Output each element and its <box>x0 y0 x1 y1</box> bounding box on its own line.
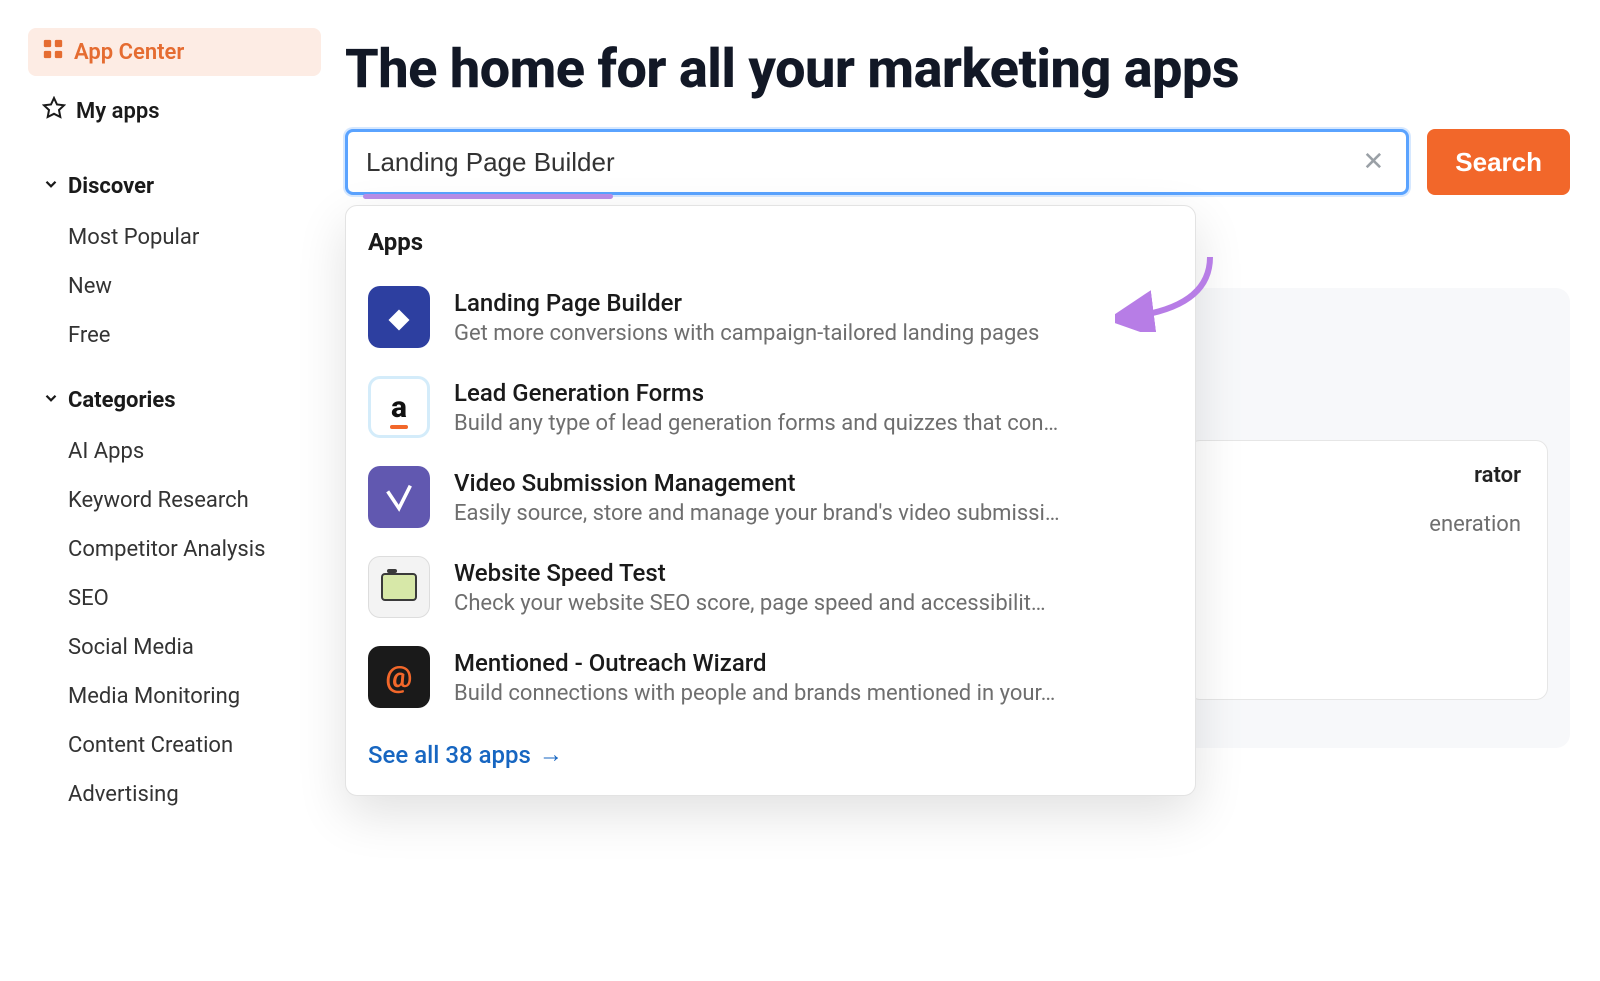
highlight-underline <box>363 194 613 199</box>
see-all-label: See all 38 apps <box>368 741 531 769</box>
search-dropdown: Apps Landing Page Builder Get more conve… <box>345 205 1196 796</box>
peek-sub: eneration <box>1215 512 1521 537</box>
result-landing-page-builder[interactable]: Landing Page Builder Get more conversion… <box>346 272 1195 362</box>
sidebar-item-free[interactable]: Free <box>28 311 321 360</box>
search-button[interactable]: Search <box>1427 129 1570 195</box>
search-wrapper: ✕ Apps Landing Page Builder Get more con… <box>345 129 1409 195</box>
clear-icon[interactable]: ✕ <box>1358 147 1388 177</box>
result-title: Video Submission Management <box>454 469 1173 497</box>
search-row: ✕ Apps Landing Page Builder Get more con… <box>345 129 1570 195</box>
result-text: Mentioned - Outreach Wizard Build connec… <box>454 649 1173 706</box>
sidebar-item-app-center[interactable]: App Center <box>28 28 321 76</box>
sidebar-item-media-monitoring[interactable]: Media Monitoring <box>28 672 321 721</box>
result-desc: Build connections with people and brands… <box>454 681 1173 706</box>
result-title: Landing Page Builder <box>454 289 1173 317</box>
app-icon: a <box>368 376 430 438</box>
star-icon <box>42 96 66 126</box>
result-title: Mentioned - Outreach Wizard <box>454 649 1173 677</box>
arrow-right-icon: → <box>539 740 563 769</box>
result-text: Video Submission Management Easily sourc… <box>454 469 1173 526</box>
result-desc: Check your website SEO score, page speed… <box>454 591 1173 616</box>
result-text: Website Speed Test Check your website SE… <box>454 559 1173 616</box>
app-icon <box>368 286 430 348</box>
sidebar-item-social-media[interactable]: Social Media <box>28 623 321 672</box>
result-website-speed-test[interactable]: Website Speed Test Check your website SE… <box>346 542 1195 632</box>
sidebar-item-label: App Center <box>74 40 184 65</box>
sidebar-item-my-apps[interactable]: My apps <box>28 86 321 136</box>
chevron-down-icon <box>42 388 60 413</box>
peek-app-card[interactable]: rator eneration <box>1188 440 1548 700</box>
result-title: Website Speed Test <box>454 559 1173 587</box>
result-text: Lead Generation Forms Build any type of … <box>454 379 1173 436</box>
sidebar-item-competitor-analysis[interactable]: Competitor Analysis <box>28 525 321 574</box>
sidebar-item-content-creation[interactable]: Content Creation <box>28 721 321 770</box>
section-label: Discover <box>68 174 154 199</box>
app-icon: @ <box>368 646 430 708</box>
dropdown-heading: Apps <box>346 224 1195 272</box>
apps-grid-icon <box>42 38 64 66</box>
result-mentioned-outreach-wizard[interactable]: @ Mentioned - Outreach Wizard Build conn… <box>346 632 1195 722</box>
sidebar-item-ai-apps[interactable]: AI Apps <box>28 427 321 476</box>
result-title: Lead Generation Forms <box>454 379 1173 407</box>
section-label: Categories <box>68 388 176 413</box>
app-icon <box>368 556 430 618</box>
peek-title: rator <box>1215 463 1521 488</box>
sidebar: App Center My apps Discover Most Popular… <box>0 0 345 981</box>
result-desc: Get more conversions with campaign-tailo… <box>454 321 1173 346</box>
sidebar-item-seo[interactable]: SEO <box>28 574 321 623</box>
chevron-down-icon <box>42 174 60 199</box>
search-box[interactable]: ✕ <box>345 129 1409 195</box>
see-all-link[interactable]: See all 38 apps → <box>346 722 1195 769</box>
sidebar-item-label: My apps <box>76 99 160 124</box>
sidebar-item-most-popular[interactable]: Most Popular <box>28 213 321 262</box>
result-lead-generation-forms[interactable]: a Lead Generation Forms Build any type o… <box>346 362 1195 452</box>
app-icon <box>368 466 430 528</box>
result-desc: Easily source, store and manage your bra… <box>454 501 1173 526</box>
search-input[interactable] <box>366 147 1358 178</box>
section-categories[interactable]: Categories <box>28 378 321 427</box>
sidebar-item-advertising[interactable]: Advertising <box>28 770 321 819</box>
sidebar-item-keyword-research[interactable]: Keyword Research <box>28 476 321 525</box>
sidebar-item-new[interactable]: New <box>28 262 321 311</box>
main-content: The home for all your marketing apps rat… <box>345 0 1600 981</box>
result-video-submission-management[interactable]: Video Submission Management Easily sourc… <box>346 452 1195 542</box>
result-text: Landing Page Builder Get more conversion… <box>454 289 1173 346</box>
section-discover[interactable]: Discover <box>28 164 321 213</box>
page-title: The home for all your marketing apps <box>345 38 1570 101</box>
result-desc: Build any type of lead generation forms … <box>454 411 1173 436</box>
